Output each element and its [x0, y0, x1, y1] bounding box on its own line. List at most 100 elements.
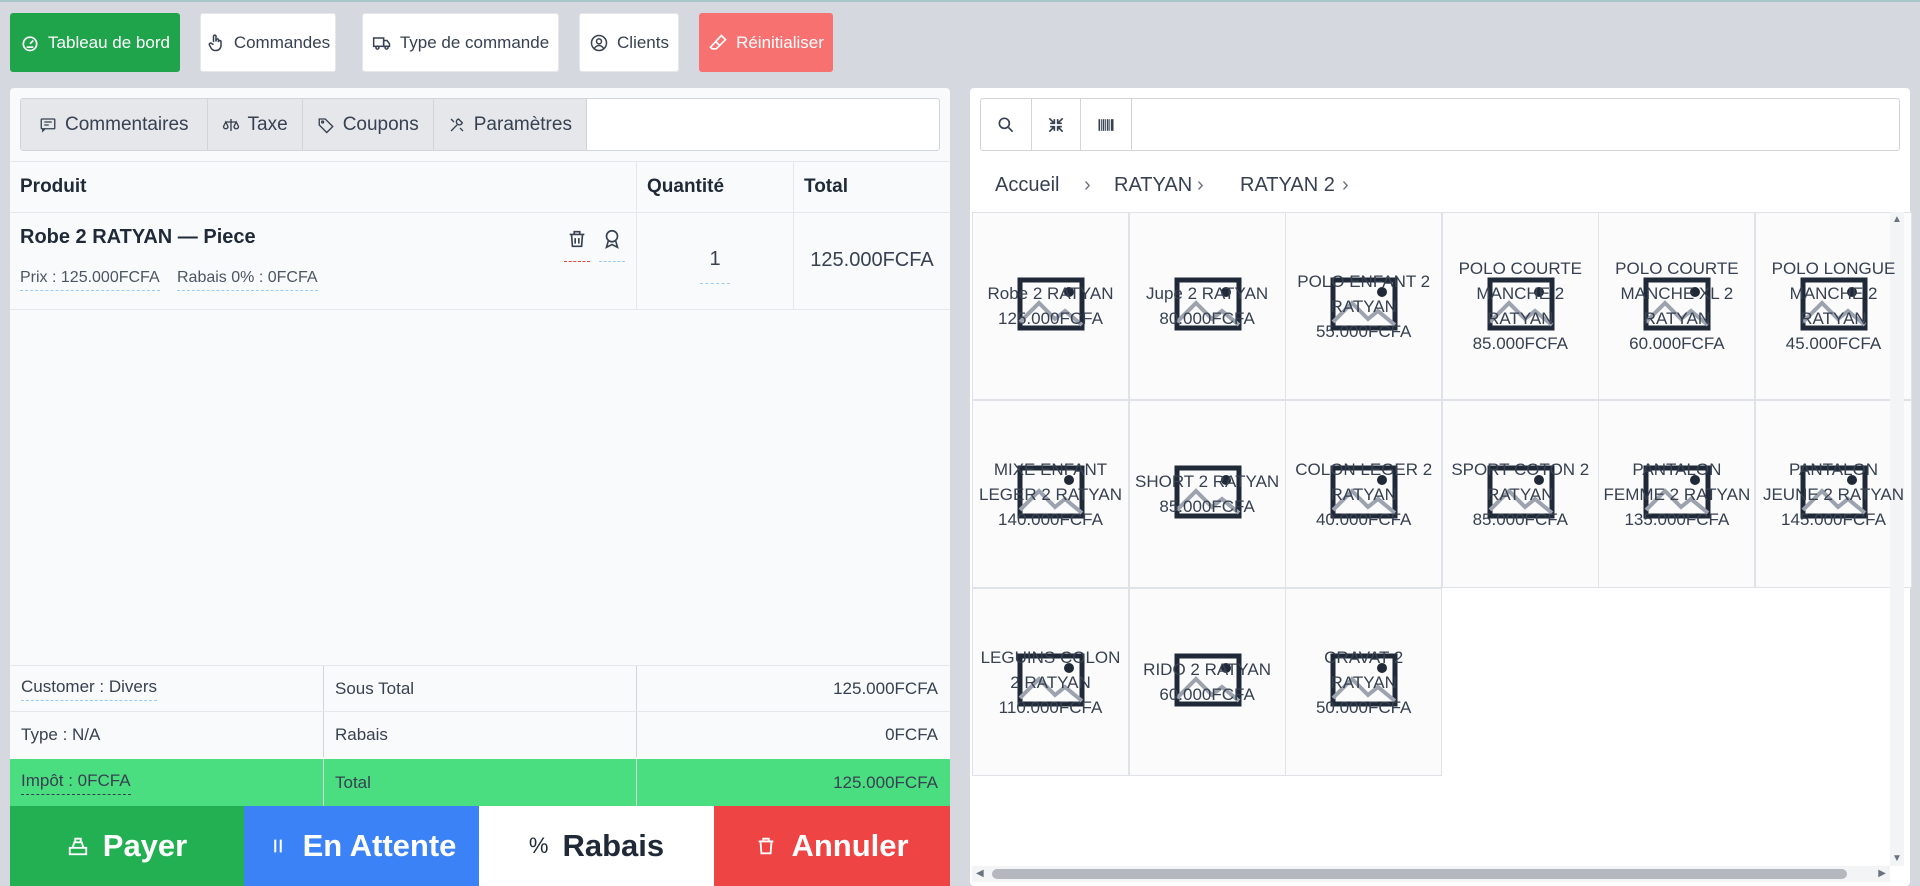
product-tile[interactable]: LEGUINS COLON 2 RATYAN 110.000FCFA — [972, 588, 1129, 776]
cart-item-discount[interactable]: Rabais 0% : 0FCFA — [177, 269, 318, 291]
product-price: 85.000FCFA — [1159, 497, 1255, 516]
pay-button[interactable]: Payer — [10, 806, 244, 886]
award-icon — [605, 229, 619, 249]
product-name: POLO COURTE MANCHE XL 2 RATYAN — [1615, 259, 1739, 328]
hold-button[interactable]: En Attente — [244, 806, 479, 886]
breadcrumb-ratyan-2[interactable]: RATYAN 2 — [1240, 174, 1335, 197]
horizontal-scrollbar[interactable]: ◀ ▶ — [972, 866, 1890, 882]
product-name: PANTALON FEMME 2 RATYAN — [1603, 459, 1751, 504]
scroll-up-arrow-icon: ▲ — [1892, 214, 1902, 225]
product-price: 85.000FCFA — [1472, 509, 1569, 529]
product-name: POLO ENFANT 2 RATYAN — [1297, 271, 1431, 316]
cancel-button[interactable]: Annuler — [714, 806, 950, 886]
product-price: 80.000FCFA — [1159, 309, 1255, 328]
product-tile[interactable]: PANTALON FEMME 2 RATYAN 135.000FCFA — [1598, 400, 1756, 588]
tab-settings-label: Paramètres — [473, 113, 572, 135]
trash-icon — [759, 837, 774, 855]
product-name: POLO COURTE MANCHE 2 RATYAN — [1458, 259, 1583, 328]
product-tile[interactable]: PANTALON JEUNE 2 RATYAN 145.000FCFA — [1755, 400, 1912, 588]
cancel-label: Annuler — [791, 828, 909, 863]
product-tile[interactable]: SHORT 2 RATYAN 85.000FCFA — [1128, 400, 1286, 588]
product-tile[interactable]: MIXE ENFANT LEGER 2 RATYAN 140.000FCFA — [972, 400, 1129, 588]
product-price: 40.000FCFA — [1315, 509, 1412, 529]
summary-row-type: Type : N/A Rabais 0FCFA — [10, 711, 950, 757]
search-button[interactable] — [981, 99, 1032, 150]
chevron-right-icon: › — [1084, 174, 1091, 196]
cart-tabs: Commentaires Taxe Coupons Paramètres — [20, 98, 940, 151]
pause-icon — [273, 839, 282, 853]
scroll-down-arrow-icon: ▼ — [1892, 853, 1902, 864]
scale-icon — [222, 118, 239, 131]
table-header-bottom — [10, 212, 950, 213]
product-tile[interactable]: COLON LEGER 2 RATYAN 40.000FCFA — [1285, 400, 1443, 588]
order-type-value[interactable]: Type : N/A — [21, 725, 100, 745]
product-name: LEGUINS COLON 2 RATYAN — [980, 647, 1121, 692]
breadcrumb-home[interactable]: Accueil — [995, 174, 1059, 197]
cart-item-total: 125.000FCFA — [810, 249, 934, 271]
product-tile[interactable]: Robe 2 RATYAN 125.000FCFA — [972, 212, 1129, 400]
scroll-right-arrow-icon: ▶ — [1878, 868, 1886, 879]
chevron-right-icon: › — [1342, 174, 1349, 196]
tab-settings[interactable]: Paramètres — [433, 99, 587, 150]
product-tile[interactable]: POLO COURTE MANCHE 2 RATYAN 85.000FCFA — [1441, 212, 1599, 400]
top-border — [0, 0, 1920, 2]
product-tile[interactable]: Jupe 2 RATYAN 80.000FCFA — [1128, 212, 1286, 400]
reset-button[interactable]: Réinitialiser — [699, 13, 833, 72]
product-tile[interactable]: POLO LONGUE MANCHE 2 RATYAN 45.000FCFA — [1755, 212, 1912, 400]
dashboard-label: Tableau de bord — [48, 32, 170, 52]
customer-link[interactable]: Customer : Divers — [21, 677, 158, 701]
item-badge-button[interactable] — [599, 228, 625, 262]
product-tile[interactable]: SPORT COTON 2 RATYAN 85.000FCFA — [1441, 400, 1599, 588]
tab-comments-label: Commentaires — [65, 113, 189, 135]
truck-icon — [372, 36, 391, 50]
barcode-button[interactable] — [1081, 99, 1132, 150]
tab-coupons[interactable]: Coupons — [302, 99, 434, 150]
discount-button[interactable]: % Rabais — [479, 806, 714, 886]
horizontal-scroll-thumb[interactable] — [992, 869, 1847, 879]
delete-item-button[interactable] — [564, 228, 590, 262]
tab-coupons-label: Coupons — [342, 113, 419, 135]
tab-comments[interactable]: Commentaires — [21, 99, 208, 150]
comment-icon — [40, 117, 56, 133]
product-tile[interactable]: POLO COURTE MANCHE XL 2 RATYAN 60.000FCFA — [1598, 212, 1756, 400]
product-name: SHORT 2 RATYAN — [1134, 472, 1280, 491]
clients-button[interactable]: Clients — [579, 13, 679, 72]
orders-button[interactable]: Commandes — [200, 13, 336, 72]
dashboard-button[interactable]: Tableau de bord — [10, 13, 180, 72]
compress-icon — [1048, 117, 1064, 132]
cash-register-icon — [68, 837, 87, 856]
product-price: 60.000FCFA — [1159, 685, 1255, 704]
product-name: POLO LONGUE MANCHE 2 RATYAN — [1771, 259, 1896, 328]
orders-label: Commandes — [233, 32, 331, 52]
user-circle-icon — [590, 34, 608, 51]
product-price: 125.000FCFA — [998, 309, 1103, 328]
breadcrumb-ratyan[interactable]: RATYAN — [1114, 174, 1192, 197]
tab-tax[interactable]: Taxe — [207, 99, 303, 150]
product-price: 50.000FCFA — [1315, 697, 1412, 717]
product-name: MIXE ENFANT LEGER 2 RATYAN — [979, 459, 1122, 504]
product-price: 45.000FCFA — [1785, 334, 1882, 353]
product-name: RIDO 2 RATYAN — [1143, 660, 1272, 679]
product-price: 85.000FCFA — [1472, 334, 1569, 353]
clients-label: Clients — [617, 32, 669, 52]
cart-item-quantity[interactable]: 1 — [700, 248, 730, 284]
product-name: CRAVAT 2 RATYAN — [1324, 647, 1404, 692]
percent-icon: % — [528, 833, 549, 858]
product-tile[interactable]: CRAVAT 2 RATYAN 50.000FCFA — [1285, 588, 1443, 776]
product-tile[interactable]: RIDO 2 RATYAN 60.000FCFA — [1128, 588, 1286, 776]
subtotal-value: 125.000FCFA — [833, 678, 938, 698]
order-type-button[interactable]: Type de commande — [362, 13, 559, 72]
cart-item-price[interactable]: Prix : 125.000FCFA — [20, 269, 160, 291]
product-price: 60.000FCFA — [1629, 334, 1725, 353]
chevron-right-icon: › — [1197, 174, 1204, 196]
collapse-button[interactable] — [1032, 99, 1081, 150]
discount-action-label: Rabais — [562, 828, 665, 863]
product-price: 135.000FCFA — [1624, 509, 1730, 529]
product-tile[interactable]: POLO ENFANT 2 RATYAN 55.000FCFA — [1285, 212, 1443, 400]
col-product-header: Produit — [20, 176, 87, 197]
total-value: 125.000FCFA — [833, 772, 938, 792]
table-header-top — [10, 161, 950, 162]
row-bottom — [10, 309, 950, 310]
tax-link[interactable]: Impôt : 0FCFA — [21, 771, 131, 795]
col-total-header: Total — [804, 176, 848, 197]
